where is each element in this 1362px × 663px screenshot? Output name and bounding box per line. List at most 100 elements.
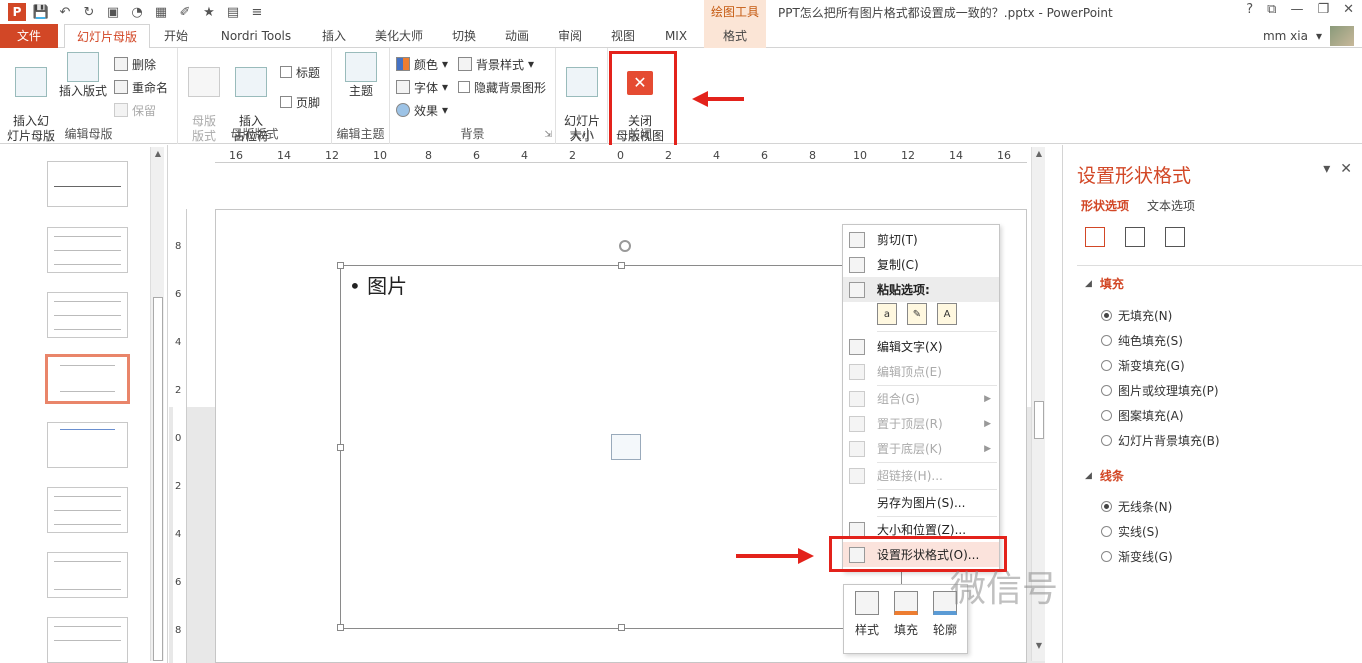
- help-icon[interactable]: ?: [1246, 2, 1253, 17]
- fill-section-header[interactable]: ◢ 填充: [1085, 275, 1124, 292]
- customize-qat-icon[interactable]: ≡: [248, 3, 266, 21]
- paste-text-only-icon[interactable]: A: [937, 303, 957, 325]
- close-pane-icon[interactable]: ✕: [1340, 161, 1352, 177]
- submenu-arrow-icon: ▶: [984, 443, 991, 454]
- tab-transitions[interactable]: 切换: [444, 24, 484, 48]
- shape-icon[interactable]: ✐: [176, 3, 194, 21]
- paste-keep-source-icon[interactable]: a: [877, 303, 897, 325]
- menu-item-hyperlink[interactable]: 超链接(H)...: [843, 463, 999, 488]
- resize-handle[interactable]: [618, 262, 625, 269]
- pane-options-icon[interactable]: ▾: [1323, 161, 1330, 177]
- picture-placeholder[interactable]: • 图片: [337, 240, 902, 631]
- tab-home[interactable]: 开始: [156, 24, 196, 48]
- theme-button[interactable]: 主题: [342, 52, 380, 99]
- user-account[interactable]: mm xia ▾: [1263, 26, 1354, 46]
- menu-item-copy[interactable]: 复制(C): [843, 252, 999, 277]
- radio-solid-fill[interactable]: 纯色填充(S): [1101, 332, 1183, 349]
- tab-shape-options[interactable]: 形状选项: [1081, 197, 1129, 214]
- rotate-handle-icon[interactable]: [619, 240, 631, 252]
- pane-divider: [1077, 265, 1362, 266]
- menu-item-bring-to-front[interactable]: 置于顶层(R) ▶: [843, 411, 999, 436]
- tab-beautify[interactable]: 美化大师: [366, 24, 432, 48]
- slide-thumbnail[interactable]: [47, 292, 128, 338]
- chart-icon[interactable]: ◔: [128, 3, 146, 21]
- menu-item-cut[interactable]: 剪切(T): [843, 227, 999, 252]
- slide-thumbnail[interactable]: [47, 617, 128, 663]
- delete-button[interactable]: 删除: [114, 54, 156, 74]
- ribbon-display-icon[interactable]: ⧉: [1267, 2, 1276, 17]
- colors-button[interactable]: 颜色 ▾: [396, 54, 448, 74]
- mini-fill-button[interactable]: 填充: [888, 591, 924, 638]
- undo-icon[interactable]: ↶: [56, 3, 74, 21]
- tab-insert[interactable]: 插入: [314, 24, 354, 48]
- insert-picture-icon[interactable]: [611, 434, 641, 460]
- radio-no-line[interactable]: 无线条(N): [1101, 498, 1172, 515]
- hide-background-checkbox[interactable]: 隐藏背景图形: [458, 77, 546, 97]
- radio-no-fill[interactable]: 无填充(N): [1101, 307, 1172, 324]
- radio-pattern-fill[interactable]: 图案填充(A): [1101, 407, 1184, 424]
- tab-file[interactable]: 文件: [0, 24, 58, 48]
- effects-pentagon-icon[interactable]: [1125, 227, 1145, 247]
- thumbnail-scrollbar[interactable]: ▲: [150, 147, 164, 661]
- menu-item-send-to-back[interactable]: 置于底层(K) ▶: [843, 436, 999, 461]
- background-styles-button[interactable]: 背景样式 ▾: [458, 54, 534, 74]
- dialog-launcher-icon[interactable]: ⇲: [544, 130, 552, 140]
- save-icon[interactable]: 💾: [32, 3, 50, 21]
- redo-icon[interactable]: ↻: [80, 3, 98, 21]
- placeholder-text[interactable]: • 图片: [349, 270, 407, 299]
- layout-icon[interactable]: ▤: [224, 3, 242, 21]
- radio-slide-background-fill[interactable]: 幻灯片背景填充(B): [1101, 432, 1220, 449]
- ruler-tick: 12: [901, 149, 915, 162]
- slide-thumbnail[interactable]: [47, 487, 128, 533]
- resize-handle[interactable]: [337, 624, 344, 631]
- menu-item-edit-points[interactable]: 编辑顶点(E): [843, 359, 999, 384]
- mini-style-button[interactable]: 样式: [849, 591, 885, 638]
- radio-picture-fill[interactable]: 图片或纹理填充(P): [1101, 382, 1219, 399]
- slide-thumbnail[interactable]: [47, 552, 128, 598]
- footer-checkbox[interactable]: 页脚: [280, 92, 320, 112]
- tab-text-options[interactable]: 文本选项: [1147, 197, 1195, 214]
- preserve-button[interactable]: 保留: [114, 100, 156, 120]
- scroll-up-icon[interactable]: ▲: [153, 149, 163, 159]
- tab-slide-master[interactable]: 幻灯片母版: [64, 24, 150, 49]
- line-section-header[interactable]: ◢ 线条: [1085, 467, 1124, 484]
- insert-layout-button[interactable]: 插入版式: [56, 52, 110, 99]
- resize-handle[interactable]: [337, 262, 344, 269]
- slide-thumbnail[interactable]: [47, 227, 128, 273]
- fill-line-icon[interactable]: [1085, 227, 1105, 247]
- fonts-button[interactable]: 字体 ▾: [396, 77, 448, 97]
- minimize-icon[interactable]: —: [1290, 2, 1303, 17]
- menu-item-save-as-picture[interactable]: 另存为图片(S)...: [843, 490, 999, 515]
- size-properties-icon[interactable]: [1165, 227, 1185, 247]
- rename-button[interactable]: 重命名: [114, 77, 168, 97]
- tab-view[interactable]: 视图: [603, 24, 643, 48]
- scrollbar-thumb[interactable]: [153, 297, 163, 661]
- resize-handle[interactable]: [337, 444, 344, 451]
- star-icon[interactable]: ★: [200, 3, 218, 21]
- effects-button[interactable]: 效果 ▾: [396, 100, 448, 120]
- close-window-icon[interactable]: ✕: [1343, 2, 1354, 17]
- tab-nordri-tools[interactable]: Nordri Tools: [210, 24, 302, 48]
- menu-item-group[interactable]: 组合(G) ▶: [843, 386, 999, 411]
- start-slideshow-icon[interactable]: ▣: [104, 3, 122, 21]
- resize-handle[interactable]: [618, 624, 625, 631]
- paste-picture-icon[interactable]: ✎: [907, 303, 927, 325]
- radio-gradient-line[interactable]: 渐变线(G): [1101, 548, 1173, 565]
- placeholder-icon: [235, 67, 267, 97]
- grid-icon[interactable]: ▦: [152, 3, 170, 21]
- tab-animations[interactable]: 动画: [497, 24, 537, 48]
- menu-item-edit-text[interactable]: 编辑文字(X): [843, 334, 999, 359]
- scrollbar-thumb[interactable]: [1034, 401, 1044, 439]
- tab-format[interactable]: 格式: [704, 24, 766, 48]
- scroll-up-icon[interactable]: ▲: [1034, 149, 1044, 159]
- radio-solid-line[interactable]: 实线(S): [1101, 523, 1159, 540]
- slide-thumbnail-selected[interactable]: [45, 354, 130, 404]
- tab-mix[interactable]: MIX: [656, 24, 696, 48]
- restore-icon[interactable]: ❐: [1317, 2, 1329, 17]
- tab-review[interactable]: 审阅: [550, 24, 590, 48]
- slide-thumbnail[interactable]: [47, 422, 128, 468]
- radio-gradient-fill[interactable]: 渐变填充(G): [1101, 357, 1185, 374]
- slide-thumbnail[interactable]: [47, 161, 128, 207]
- scroll-down-icon[interactable]: ▼: [1034, 641, 1044, 651]
- title-checkbox[interactable]: 标题: [280, 62, 320, 82]
